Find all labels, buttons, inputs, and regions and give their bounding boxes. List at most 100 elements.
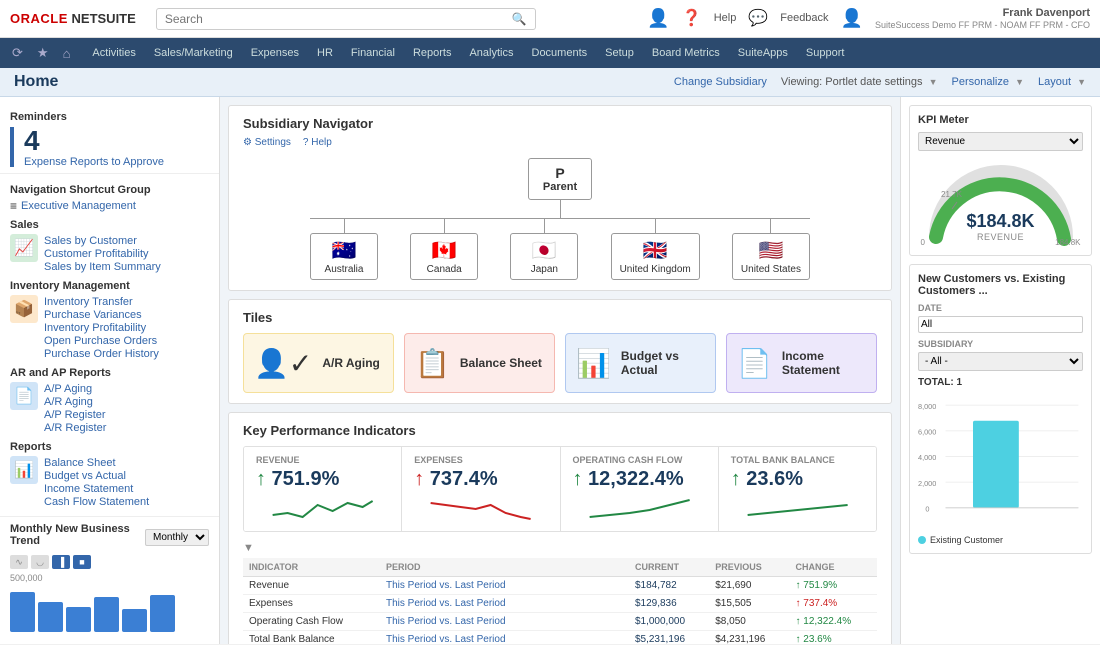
ar-aging-link[interactable]: A/R Aging — [44, 396, 106, 408]
col-indicator: INDICATOR — [243, 558, 380, 577]
tile-budget[interactable]: 📊 Budget vs Actual — [565, 333, 716, 393]
kpi-table-header-row: INDICATOR PERIOD CURRENT PREVIOUS CHANGE — [243, 558, 877, 577]
row-period[interactable]: This Period vs. Last Period — [380, 577, 629, 595]
nav-setup[interactable]: Setup — [597, 43, 642, 63]
customer-profitability-link[interactable]: Customer Profitability — [44, 248, 161, 260]
expense-reports-link[interactable]: Expense Reports to Approve — [24, 156, 164, 168]
row-period[interactable]: This Period vs. Last Period — [380, 613, 629, 631]
nav-analytics[interactable]: Analytics — [461, 43, 521, 63]
feedback-label[interactable]: Feedback — [780, 12, 828, 24]
trend-bar-icon[interactable]: ▐ — [52, 555, 70, 569]
tbb-sparkline — [731, 495, 864, 523]
trend-chart-icon[interactable]: ■ — [73, 555, 91, 569]
nc-date-label: DATE — [918, 303, 1083, 313]
purchase-variances-link[interactable]: Purchase Variances — [44, 309, 159, 321]
table-row: Total Bank Balance This Period vs. Last … — [243, 631, 877, 645]
kpi-expenses-label: EXPENSES — [414, 455, 547, 465]
inv-profitability-link[interactable]: Inventory Profitability — [44, 322, 159, 334]
chat-icon: 💬 — [748, 8, 768, 28]
row-previous: $4,231,196 — [709, 631, 789, 645]
row-period[interactable]: This Period vs. Last Period — [380, 595, 629, 613]
tiles-row: 👤✓ A/R Aging 📋 Balance Sheet 📊 Budget vs… — [243, 333, 877, 393]
nc-legend-label: Existing Customer — [930, 535, 1003, 545]
tile-budget-icon: 📊 — [576, 347, 611, 380]
trend-icons: ∿ ◡ ▐ ■ — [10, 555, 209, 569]
gauge-amount: $184.8K — [966, 211, 1034, 232]
ap-register-link[interactable]: A/P Register — [44, 409, 106, 421]
reports-icon: 📊 — [10, 456, 38, 484]
reminders-count: 4 — [24, 127, 164, 155]
search-bar[interactable]: 🔍 — [156, 8, 536, 30]
sn-tree: P Parent 🇦🇺 Australia — [243, 158, 877, 280]
nav-documents[interactable]: Documents — [524, 43, 596, 63]
sales-by-item-link[interactable]: Sales by Item Summary — [44, 261, 161, 273]
nav-star-icon[interactable]: ★ — [33, 43, 53, 63]
row-previous: $8,050 — [709, 613, 789, 631]
search-input[interactable] — [165, 12, 512, 26]
sn-parent-node[interactable]: P Parent — [528, 158, 592, 200]
sn-uk-box[interactable]: 🇬🇧 United Kingdom — [611, 233, 700, 280]
top-bar: ORACLE NETSUITE 🔍 👤 ❓ Help 💬 Feedback 👤 … — [0, 0, 1100, 38]
nav-activities[interactable]: Activities — [84, 43, 143, 63]
personalize-link[interactable]: Personalize ▼ — [952, 76, 1024, 88]
nc-date-input[interactable] — [918, 316, 1083, 333]
tile-ar-aging[interactable]: 👤✓ A/R Aging — [243, 333, 394, 393]
cash-flow-link[interactable]: Cash Flow Statement — [44, 496, 149, 508]
monthly-select[interactable]: Monthly — [145, 529, 209, 546]
sn-canada-box[interactable]: 🇨🇦 Canada — [410, 233, 478, 280]
kpi-meter-section: KPI Meter Revenue 21.7K $184.8K REVENUE — [909, 105, 1092, 256]
sn-settings-link[interactable]: ⚙ Settings — [243, 137, 291, 148]
exec-mgmt-link[interactable]: Executive Management — [21, 200, 136, 212]
nav-financial[interactable]: Financial — [343, 43, 403, 63]
balance-sheet-link[interactable]: Balance Sheet — [44, 457, 149, 469]
po-history-link[interactable]: Purchase Order History — [44, 348, 159, 360]
reminders-bar — [10, 127, 14, 167]
nav-support[interactable]: Support — [798, 43, 853, 63]
tile-balance-sheet[interactable]: 📋 Balance Sheet — [404, 333, 555, 393]
help-label[interactable]: Help — [714, 12, 737, 24]
row-period[interactable]: This Period vs. Last Period — [380, 631, 629, 645]
row-current: $5,231,196 — [629, 631, 709, 645]
nav-recent-icon[interactable]: ⟳ — [8, 43, 27, 63]
nav-sales[interactable]: Sales/Marketing — [146, 43, 241, 63]
ar-register-link[interactable]: A/R Register — [44, 422, 106, 434]
tile-income[interactable]: 📄 Income Statement — [726, 333, 877, 393]
nc-chart: 8,000 6,000 4,000 2,000 0 — [918, 392, 1083, 532]
help-icon: ❓ — [682, 8, 702, 28]
table-row: Expenses This Period vs. Last Period $12… — [243, 595, 877, 613]
sn-australia-box[interactable]: 🇦🇺 Australia — [310, 233, 378, 280]
layout-link[interactable]: Layout ▼ — [1038, 76, 1086, 88]
nav-reports[interactable]: Reports — [405, 43, 460, 63]
svg-text:6,000: 6,000 — [918, 428, 936, 437]
viewing-label[interactable]: Viewing: Portlet date settings ▼ — [781, 76, 938, 88]
inv-transfer-link[interactable]: Inventory Transfer — [44, 296, 159, 308]
nav-suiteapps[interactable]: SuiteApps — [730, 43, 796, 63]
page-title: Home — [14, 73, 58, 91]
nav-home-icon[interactable]: ⌂ — [59, 44, 75, 63]
nav-board-metrics[interactable]: Board Metrics — [644, 43, 728, 63]
change-subsidiary-link[interactable]: Change Subsidiary — [674, 76, 767, 88]
ocf-sparkline — [573, 495, 706, 523]
trend-line-icon[interactable]: ∿ — [10, 555, 28, 569]
income-statement-link[interactable]: Income Statement — [44, 483, 149, 495]
open-po-link[interactable]: Open Purchase Orders — [44, 335, 159, 347]
sales-by-customer-link[interactable]: Sales by Customer — [44, 235, 161, 247]
nav-hr[interactable]: HR — [309, 43, 341, 63]
inv-mgmt-title: Inventory Management — [10, 280, 209, 292]
svg-text:2,000: 2,000 — [918, 479, 936, 488]
sn-help-link[interactable]: ? Help — [303, 137, 332, 148]
nc-subsidiary-select[interactable]: - All - — [918, 352, 1083, 371]
row-change: ↑ 12,322.4% — [790, 613, 878, 631]
nav-expenses[interactable]: Expenses — [243, 43, 307, 63]
budget-vs-actual-link[interactable]: Budget vs Actual — [44, 470, 149, 482]
kpi-table-collapse[interactable]: ▼ — [243, 542, 254, 554]
kpi-meter-select[interactable]: Revenue — [918, 132, 1083, 151]
trend-area-icon[interactable]: ◡ — [31, 555, 49, 569]
sn-japan-box[interactable]: 🇯🇵 Japan — [510, 233, 578, 280]
ap-aging-link[interactable]: A/P Aging — [44, 383, 106, 395]
reminders-title: Reminders — [10, 111, 209, 123]
tile-ar-icon: 👤✓ — [254, 347, 312, 380]
kpi-tbb-label: TOTAL BANK BALANCE — [731, 455, 864, 465]
row-previous: $15,505 — [709, 595, 789, 613]
sn-us-box[interactable]: 🇺🇸 United States — [732, 233, 810, 280]
